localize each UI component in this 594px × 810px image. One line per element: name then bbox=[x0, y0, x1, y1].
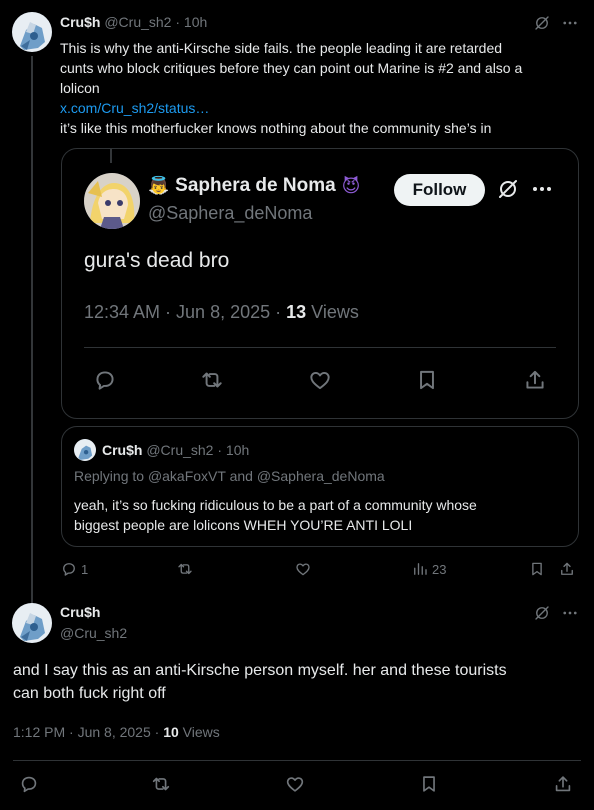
tweet-timestamp[interactable]: 1:12 PM · Jun 8, 2025 · bbox=[13, 724, 163, 740]
author-name[interactable]: Cru$h bbox=[60, 14, 100, 30]
angel-emoji: 👼 bbox=[148, 176, 170, 195]
tweet-text-line: it’s like this motherfucker knows nothin… bbox=[60, 120, 492, 136]
replying-prefix: Replying to bbox=[74, 468, 148, 484]
devil-emoji: 😈 bbox=[341, 175, 361, 196]
embedded-name-row[interactable]: 👼 Saphera de Noma 😈 bbox=[148, 175, 360, 197]
quote-header: Cru$h @Cru_sh2 · 10h bbox=[102, 442, 249, 458]
share-icon[interactable] bbox=[522, 367, 548, 398]
like-icon[interactable] bbox=[307, 367, 333, 398]
tweet-text: and I say this as an anti-Kirsche person… bbox=[13, 659, 507, 705]
tweet-text-line: lolicon bbox=[60, 80, 100, 96]
views-label: Views bbox=[178, 724, 220, 740]
author-handle[interactable]: @Cru_sh2 bbox=[104, 14, 171, 30]
embedded-thread-line bbox=[110, 149, 112, 163]
tweet-time[interactable]: · 10h bbox=[175, 14, 207, 30]
avatar[interactable] bbox=[12, 12, 52, 52]
author-name[interactable]: Cru$h bbox=[102, 442, 142, 458]
embedded-timestamp-row[interactable]: 12:34 AM · Jun 8, 2025 · 13 Views bbox=[84, 302, 359, 323]
tweet-text-line: cunts who block critiques before they ca… bbox=[60, 60, 523, 76]
embedded-tweet-text: gura's dead bro bbox=[84, 249, 230, 272]
replying-to-handles[interactable]: @akaFoxVT and @Saphera_deNoma bbox=[148, 468, 385, 484]
share-icon[interactable] bbox=[558, 560, 576, 583]
tweet-header: Cru$h @Cru_sh2 · 10h bbox=[60, 14, 207, 30]
like-icon[interactable] bbox=[294, 560, 312, 583]
grok-icon[interactable] bbox=[533, 604, 551, 627]
tweet-action-bar: 1 23 bbox=[60, 560, 580, 580]
embedded-tweet-card[interactable]: 👼 Saphera de Noma 😈 @Saphera_deNoma Foll… bbox=[61, 148, 579, 419]
grok-icon[interactable] bbox=[533, 14, 551, 37]
quote-text-line: yeah, it’s so fucking ridiculous to be a… bbox=[74, 497, 477, 513]
bookmark-icon[interactable] bbox=[418, 773, 440, 800]
tweet-text-line: and I say this as an anti-Kirsche person… bbox=[13, 662, 507, 679]
tweet-text-line: can both fuck right off bbox=[13, 685, 166, 702]
views-button[interactable]: 23 bbox=[411, 560, 446, 578]
embedded-timestamp[interactable]: 12:34 AM · Jun 8, 2025 · bbox=[84, 302, 286, 322]
tweet-time[interactable]: · 10h bbox=[217, 442, 249, 458]
thread-line bbox=[31, 56, 33, 604]
avatar[interactable] bbox=[74, 439, 96, 461]
author-handle[interactable]: @Cru_sh2 bbox=[60, 625, 127, 641]
like-icon[interactable] bbox=[284, 773, 306, 800]
embedded-views-count: 13 bbox=[286, 302, 307, 322]
bookmark-icon[interactable] bbox=[528, 560, 546, 583]
retweet-icon[interactable] bbox=[150, 773, 172, 800]
views-count: 23 bbox=[432, 561, 447, 577]
quote-text-line: biggest people are lolicons WHEH YOU’RE … bbox=[74, 517, 413, 533]
follow-button[interactable]: Follow bbox=[394, 174, 485, 206]
retweet-icon[interactable] bbox=[176, 560, 194, 583]
grok-icon[interactable] bbox=[496, 177, 520, 206]
divider bbox=[84, 347, 556, 348]
reply-icon[interactable] bbox=[18, 773, 40, 800]
quote-text: yeah, it’s so fucking ridiculous to be a… bbox=[74, 495, 477, 535]
tweet-text-line: This is why the anti-Kirsche side fails.… bbox=[60, 40, 503, 56]
avatar[interactable] bbox=[12, 603, 52, 643]
views-count: 10 bbox=[163, 724, 179, 740]
more-icon[interactable] bbox=[561, 604, 579, 627]
tweet-timestamp-row[interactable]: 1:12 PM · Jun 8, 2025 · 10 Views bbox=[13, 724, 220, 740]
more-icon[interactable] bbox=[561, 14, 579, 37]
replying-to: Replying to @akaFoxVT and @Saphera_deNom… bbox=[74, 468, 385, 484]
reply-icon[interactable] bbox=[92, 367, 118, 398]
divider bbox=[13, 760, 581, 761]
author-name[interactable]: Cru$h bbox=[60, 604, 100, 620]
tweet-link[interactable]: x.com/Cru_sh2/status… bbox=[60, 98, 580, 118]
bookmark-icon[interactable] bbox=[414, 367, 440, 398]
quoted-tweet-card[interactable]: Cru$h @Cru_sh2 · 10h Replying to @akaFox… bbox=[61, 426, 579, 547]
embedded-author-name[interactable]: Saphera de Noma bbox=[175, 175, 336, 197]
share-icon[interactable] bbox=[552, 773, 574, 800]
more-icon[interactable] bbox=[530, 177, 554, 206]
author-handle[interactable]: @Cru_sh2 bbox=[146, 442, 213, 458]
embedded-handle[interactable]: @Saphera_deNoma bbox=[148, 203, 312, 224]
reply-count: 1 bbox=[81, 561, 89, 577]
tweet-text: This is why the anti-Kirsche side fails.… bbox=[60, 38, 580, 138]
views-icon bbox=[414, 563, 427, 575]
retweet-icon[interactable] bbox=[199, 367, 225, 398]
avatar[interactable] bbox=[84, 173, 140, 229]
reply-icon bbox=[63, 563, 75, 576]
reply-button[interactable]: 1 bbox=[60, 560, 88, 578]
embedded-views-label: Views bbox=[306, 302, 359, 322]
